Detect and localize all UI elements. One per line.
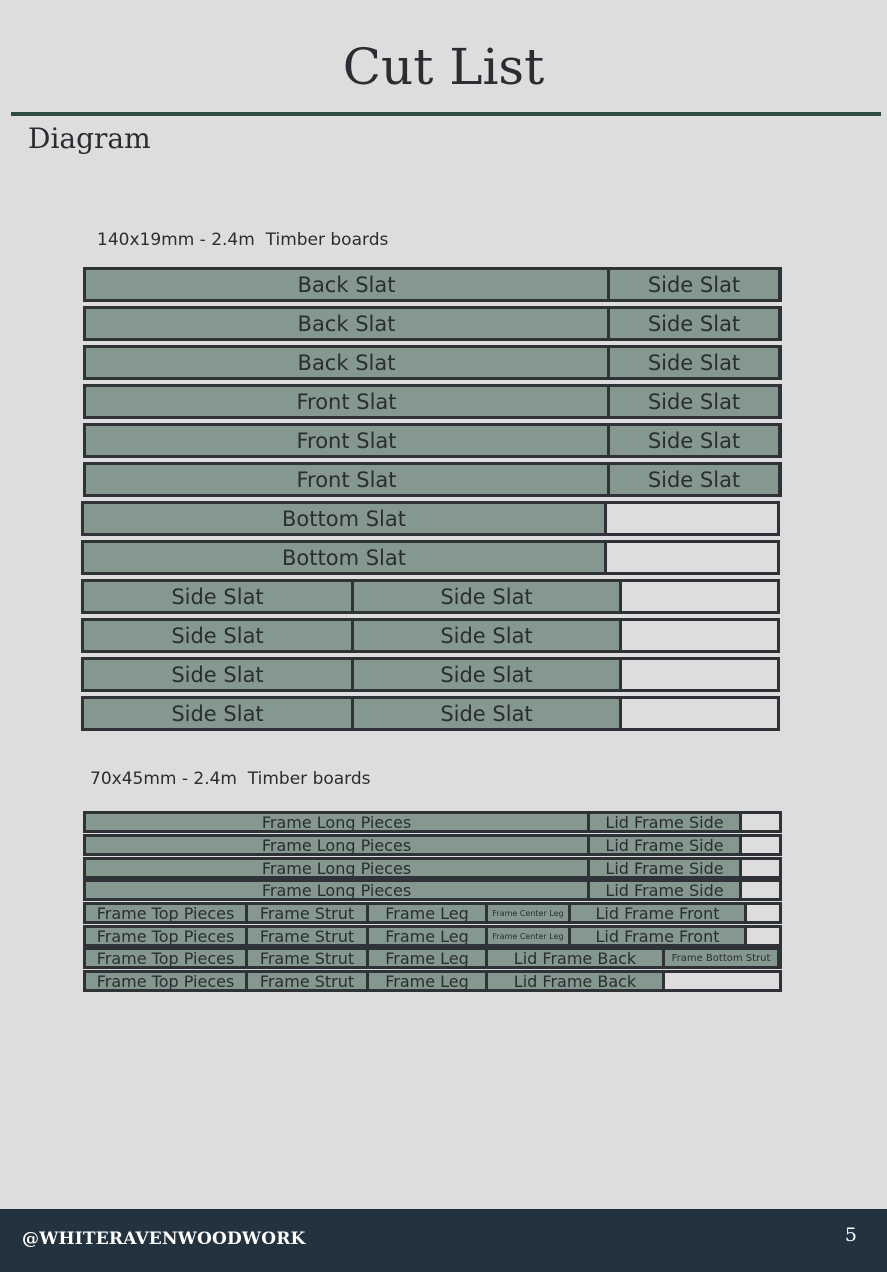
timber-board: Frame Top Pieces Frame Strut Frame Leg Lid … [83,970,782,992]
timber-board: Side Slat Side Slat [81,618,780,653]
cut-piece: Front Slat [86,465,610,494]
cut-piece: Side Slat [610,309,779,338]
timber-board: Front Slat Side Slat [83,384,782,419]
cut-piece: Bottom Slat [84,504,607,533]
timber-board: Side Slat Side Slat [81,579,780,614]
cut-piece: Side Slat [610,270,779,299]
cut-piece: Frame Strut [248,973,369,989]
cut-piece: Side Slat [354,582,622,611]
cut-piece: Frame Top Pieces [86,928,248,944]
section-heading: Diagram [28,122,151,155]
footer: @WHITERAVENWOODWORK 5 [0,1209,887,1272]
cut-piece: Side Slat [84,621,354,650]
cut-piece: Frame Bottom Strut [665,950,779,966]
cut-piece: Frame Center Leg [488,905,571,921]
cut-piece: Bottom Slat [84,543,607,572]
cut-piece: Frame Center Leg [488,928,571,944]
cut-piece: Front Slat [86,426,610,455]
cut-piece: Frame Long Pieces [86,814,590,830]
title-rule [11,112,881,116]
cut-piece: Side Slat [610,348,779,377]
cut-piece: Lid Frame Side [590,814,742,830]
timber-board: Frame Long Pieces Lid Frame Side [83,879,782,901]
cut-piece: Frame Leg [369,905,488,921]
page-number: 5 [844,1224,857,1246]
cut-piece: Frame Strut [248,905,369,921]
cut-piece: Side Slat [354,660,622,689]
timber-board: Frame Long Pieces Lid Frame Side [83,857,782,879]
page-title: Cut List [342,38,545,96]
cut-piece: Side Slat [84,660,354,689]
board-group-label-140x19: 140x19mm - 2.4m Timber boards [97,230,389,250]
cut-piece: Frame Long Pieces [86,882,590,898]
cut-piece: Lid Frame Front [571,928,747,944]
timber-board: Frame Top Pieces Frame Strut Frame Leg Fram… [83,902,782,924]
cut-piece: Back Slat [86,270,610,299]
timber-board: Frame Top Pieces Frame Strut Frame Leg Fram… [83,925,782,947]
cut-piece: Lid Frame Back [488,950,665,966]
cut-piece: Frame Top Pieces [86,905,248,921]
board-group-label-70x45: 70x45mm - 2.4m Timber boards [90,769,371,789]
cut-piece: Lid Frame Side [590,860,742,876]
timber-board: Back Slat Side Slat [83,267,782,302]
timber-board: Frame Long Pieces Lid Frame Side [83,834,782,856]
timber-board: Frame Top Pieces Frame Strut Frame Leg Lid … [83,947,782,969]
cut-piece: Lid Frame Side [590,837,742,853]
cut-piece: Lid Frame Back [488,973,665,989]
cut-piece: Front Slat [86,387,610,416]
timber-board: Side Slat Side Slat [81,696,780,731]
cut-piece: Side Slat [610,387,779,416]
timber-board: Frame Long Pieces Lid Frame Side [83,811,782,833]
cut-piece: Frame Leg [369,973,488,989]
footer-handle: @WHITERAVENWOODWORK [22,1229,306,1249]
timber-board: Front Slat Side Slat [83,462,782,497]
cut-piece: Back Slat [86,348,610,377]
timber-board: Bottom Slat [81,501,780,536]
cut-piece: Lid Frame Side [590,882,742,898]
cut-piece: Frame Leg [369,928,488,944]
cut-piece: Side Slat [610,465,779,494]
cut-piece: Side Slat [84,582,354,611]
cut-piece: Frame Strut [248,928,369,944]
cut-piece: Side Slat [354,621,622,650]
cut-piece: Frame Leg [369,950,488,966]
timber-board: Back Slat Side Slat [83,345,782,380]
timber-board: Back Slat Side Slat [83,306,782,341]
cut-piece: Frame Strut [248,950,369,966]
cut-piece: Back Slat [86,309,610,338]
cut-piece: Frame Top Pieces [86,950,248,966]
cut-piece: Frame Long Pieces [86,860,590,876]
cut-piece: Frame Long Pieces [86,837,590,853]
timber-board: Front Slat Side Slat [83,423,782,458]
cut-piece: Side Slat [354,699,622,728]
timber-board: Side Slat Side Slat [81,657,780,692]
timber-board: Bottom Slat [81,540,780,575]
cut-piece: Frame Top Pieces [86,973,248,989]
cut-piece: Lid Frame Front [571,905,747,921]
cut-piece: Side Slat [84,699,354,728]
cut-piece: Side Slat [610,426,779,455]
